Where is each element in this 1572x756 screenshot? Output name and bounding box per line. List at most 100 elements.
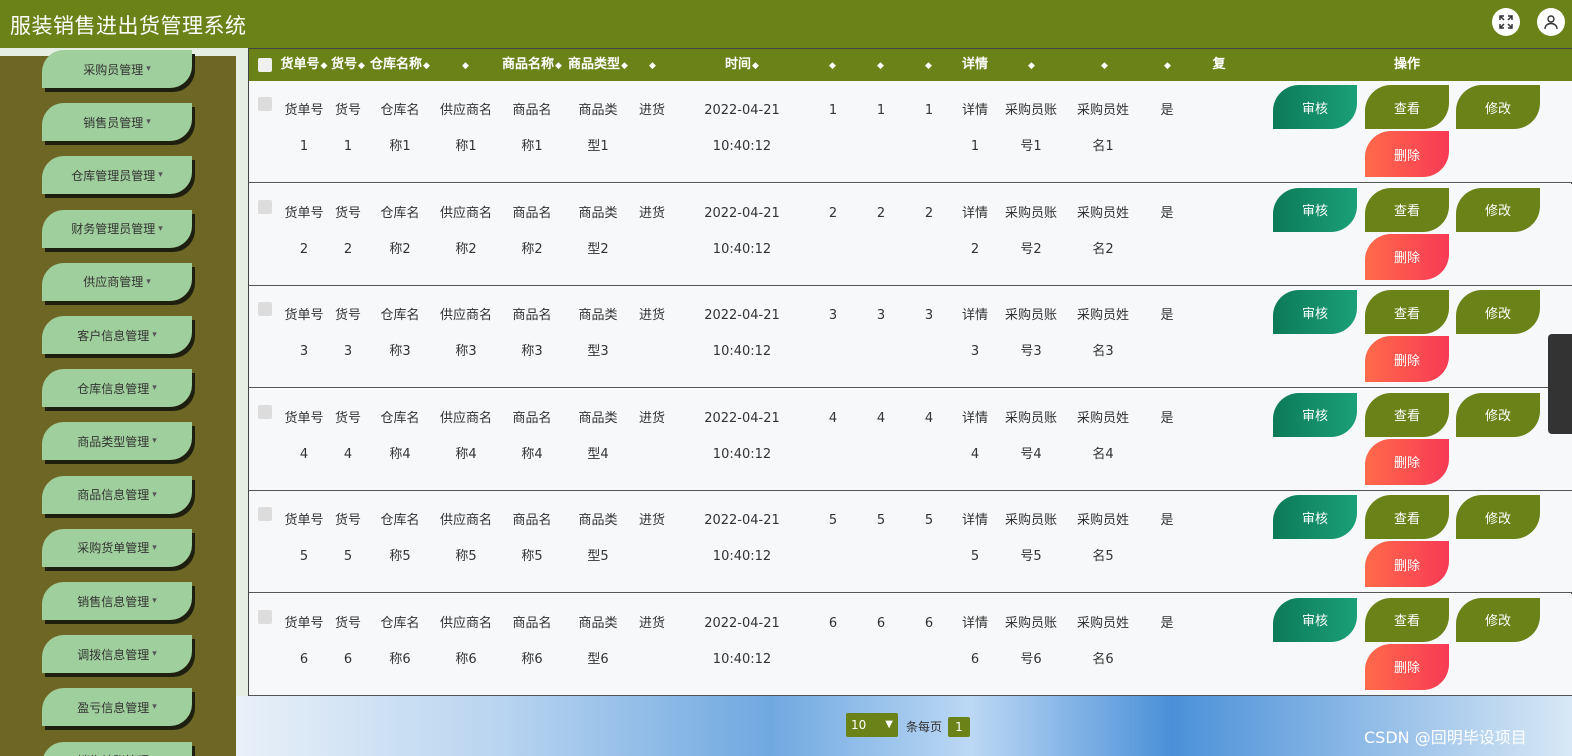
col-header-goods-no[interactable]: 货号◆ [329, 49, 367, 81]
table-cell: 采购员账 号4 [995, 401, 1067, 473]
cell-text: 称2 [389, 241, 411, 257]
fullscreen-icon[interactable] [1492, 8, 1520, 36]
chevron-down-icon: ▼ [885, 719, 893, 730]
sidebar-item[interactable]: 盈亏信息管理 ▾ [42, 688, 192, 727]
cell-text: 称6 [389, 651, 411, 667]
cell-text: 4 [828, 410, 838, 426]
audit-button[interactable]: 审核 [1273, 290, 1357, 334]
side-drawer-tab[interactable] [1548, 334, 1572, 434]
view-button[interactable]: 查看 [1365, 392, 1449, 437]
sidebar-item[interactable]: 采购货单管理 ▾ [42, 528, 192, 567]
table-cell: 商品名 称5 [499, 503, 565, 575]
col-header-product-type[interactable]: 商品类型◆ [565, 49, 631, 81]
sidebar-item[interactable]: 客户信息管理 ▾ [42, 316, 192, 354]
col-header-product-name[interactable]: 商品名称◆ [499, 49, 565, 81]
table-cell: 是 [1155, 503, 1179, 539]
edit-button[interactable]: 修改 [1456, 187, 1540, 232]
delete-button[interactable]: 删除 [1365, 131, 1449, 177]
page-size-select[interactable]: 10 ▼ [846, 713, 898, 737]
col-header-buyer-account[interactable]: ◆ [1021, 49, 1041, 81]
cell-text: 称2 [455, 241, 477, 257]
view-button[interactable]: 查看 [1365, 85, 1449, 129]
table-cell: 供应商名 称2 [433, 196, 499, 268]
table-cell: 4 [867, 401, 895, 437]
cell-text: 称5 [521, 549, 543, 564]
user-icon[interactable] [1537, 8, 1565, 36]
cell-text: 2 [876, 205, 886, 221]
row-checkbox[interactable] [258, 302, 272, 316]
sidebar-item[interactable]: 调拨信息管理 ▾ [42, 635, 192, 674]
chevron-down-icon: ▾ [152, 489, 157, 500]
sidebar: 采购员管理 ▾ 销售员管理 ▾ 仓库管理员管理 ▾ 财务管理员管理 ▾ 供应商管理 ▾ 客户信息管理… [0, 48, 236, 756]
table-cell: 2022-04-21 10:40:12 [679, 93, 805, 165]
sidebar-item[interactable]: 销售信息管理 ▾ [42, 582, 192, 620]
col-header-n3[interactable]: ◆ [918, 49, 938, 81]
cell-text: 名4 [1092, 446, 1114, 462]
cell-text: 6 [876, 615, 886, 631]
sidebar-item[interactable]: 仓库信息管理 ▾ [42, 369, 192, 408]
col-header-time[interactable]: 时间◆ [709, 49, 775, 81]
sidebar-item[interactable]: 商品信息管理 ▾ [42, 475, 192, 514]
sidebar-item[interactable]: 采购员管理 ▾ [42, 50, 192, 88]
col-header-n2[interactable]: ◆ [870, 49, 890, 81]
view-button[interactable]: 查看 [1365, 495, 1449, 539]
cell-text: 货号 [334, 308, 361, 323]
sidebar-item[interactable]: 供应商管理 ▾ [42, 262, 192, 301]
sidebar-item[interactable]: 销售员管理 ▾ [42, 103, 192, 142]
cell-text: 2 [299, 241, 309, 257]
cell-text: 1 [343, 139, 353, 154]
cell-text: 货单号 [284, 513, 324, 528]
delete-button[interactable]: 删除 [1365, 541, 1449, 587]
table-cell: 6 [915, 606, 943, 642]
edit-button[interactable]: 修改 [1456, 392, 1540, 437]
table-row: 货单号 4 货号 4 仓库名 称4 供应商名 称4 商品名 称4 商品类 型4 进货 2022-04-21… [249, 388, 1572, 491]
col-header-flag[interactable]: ◆ [1157, 49, 1177, 81]
col-header-io-type[interactable]: ◆ [642, 49, 662, 81]
edit-button[interactable]: 修改 [1456, 597, 1540, 642]
select-all-checkbox[interactable] [258, 58, 272, 72]
col-header-buyer-name[interactable]: ◆ [1094, 49, 1114, 81]
sidebar-item[interactable]: 商品类型管理 ▾ [42, 422, 192, 461]
table-cell: 1 [915, 93, 943, 129]
audit-button[interactable]: 审核 [1273, 85, 1357, 129]
sidebar-item[interactable]: 仓库管理员管理 ▾ [42, 156, 192, 195]
row-checkbox[interactable] [258, 199, 272, 214]
table-cell: 采购员姓 名5 [1067, 503, 1139, 575]
delete-button[interactable]: 删除 [1365, 438, 1449, 485]
cell-text: 5 [876, 513, 886, 528]
delete-button[interactable]: 删除 [1365, 643, 1449, 690]
page-number-current[interactable]: 1 [948, 717, 970, 737]
row-checkbox[interactable] [258, 97, 272, 111]
view-button[interactable]: 查看 [1365, 187, 1449, 232]
row-checkbox[interactable] [258, 609, 272, 624]
cell-text: 是 [1160, 103, 1174, 118]
audit-button[interactable]: 审核 [1273, 392, 1357, 437]
cell-text: 仓库名 [380, 615, 420, 631]
delete-button[interactable]: 删除 [1365, 336, 1449, 382]
audit-button[interactable]: 审核 [1273, 495, 1357, 539]
table-cell: 是 [1155, 606, 1179, 642]
sidebar-item-label: 盈亏信息管理 [77, 700, 150, 715]
edit-button[interactable]: 修改 [1456, 85, 1540, 129]
row-checkbox[interactable] [258, 404, 272, 419]
col-header-order-no[interactable]: 货单号◆ [279, 49, 329, 81]
edit-button[interactable]: 修改 [1456, 290, 1540, 334]
col-header-warehouse[interactable]: 仓库名称◆ [367, 49, 433, 81]
cell-text: 5 [924, 513, 934, 528]
sidebar-item[interactable]: 财务管理员管理 ▾ [42, 209, 192, 248]
col-header-n1[interactable]: ◆ [822, 49, 842, 81]
audit-button[interactable]: 审核 [1273, 187, 1357, 232]
delete-button[interactable]: 删除 [1365, 233, 1449, 280]
cell-text: 称1 [521, 139, 543, 154]
view-button[interactable]: 查看 [1365, 290, 1449, 334]
row-checkbox[interactable] [258, 507, 272, 521]
table-cell: 货单号 1 [279, 93, 329, 165]
cell-text: 3 [299, 344, 309, 359]
table-cell: 供应商名 称1 [433, 93, 499, 165]
col-header-details[interactable]: 详情 [955, 49, 995, 81]
audit-button[interactable]: 审核 [1273, 597, 1357, 642]
edit-button[interactable]: 修改 [1456, 495, 1540, 539]
view-button[interactable]: 查看 [1365, 597, 1449, 642]
sidebar-item[interactable]: 销售结账管理▾ [42, 741, 192, 756]
col-header-supplier[interactable]: ◆ [455, 49, 475, 81]
